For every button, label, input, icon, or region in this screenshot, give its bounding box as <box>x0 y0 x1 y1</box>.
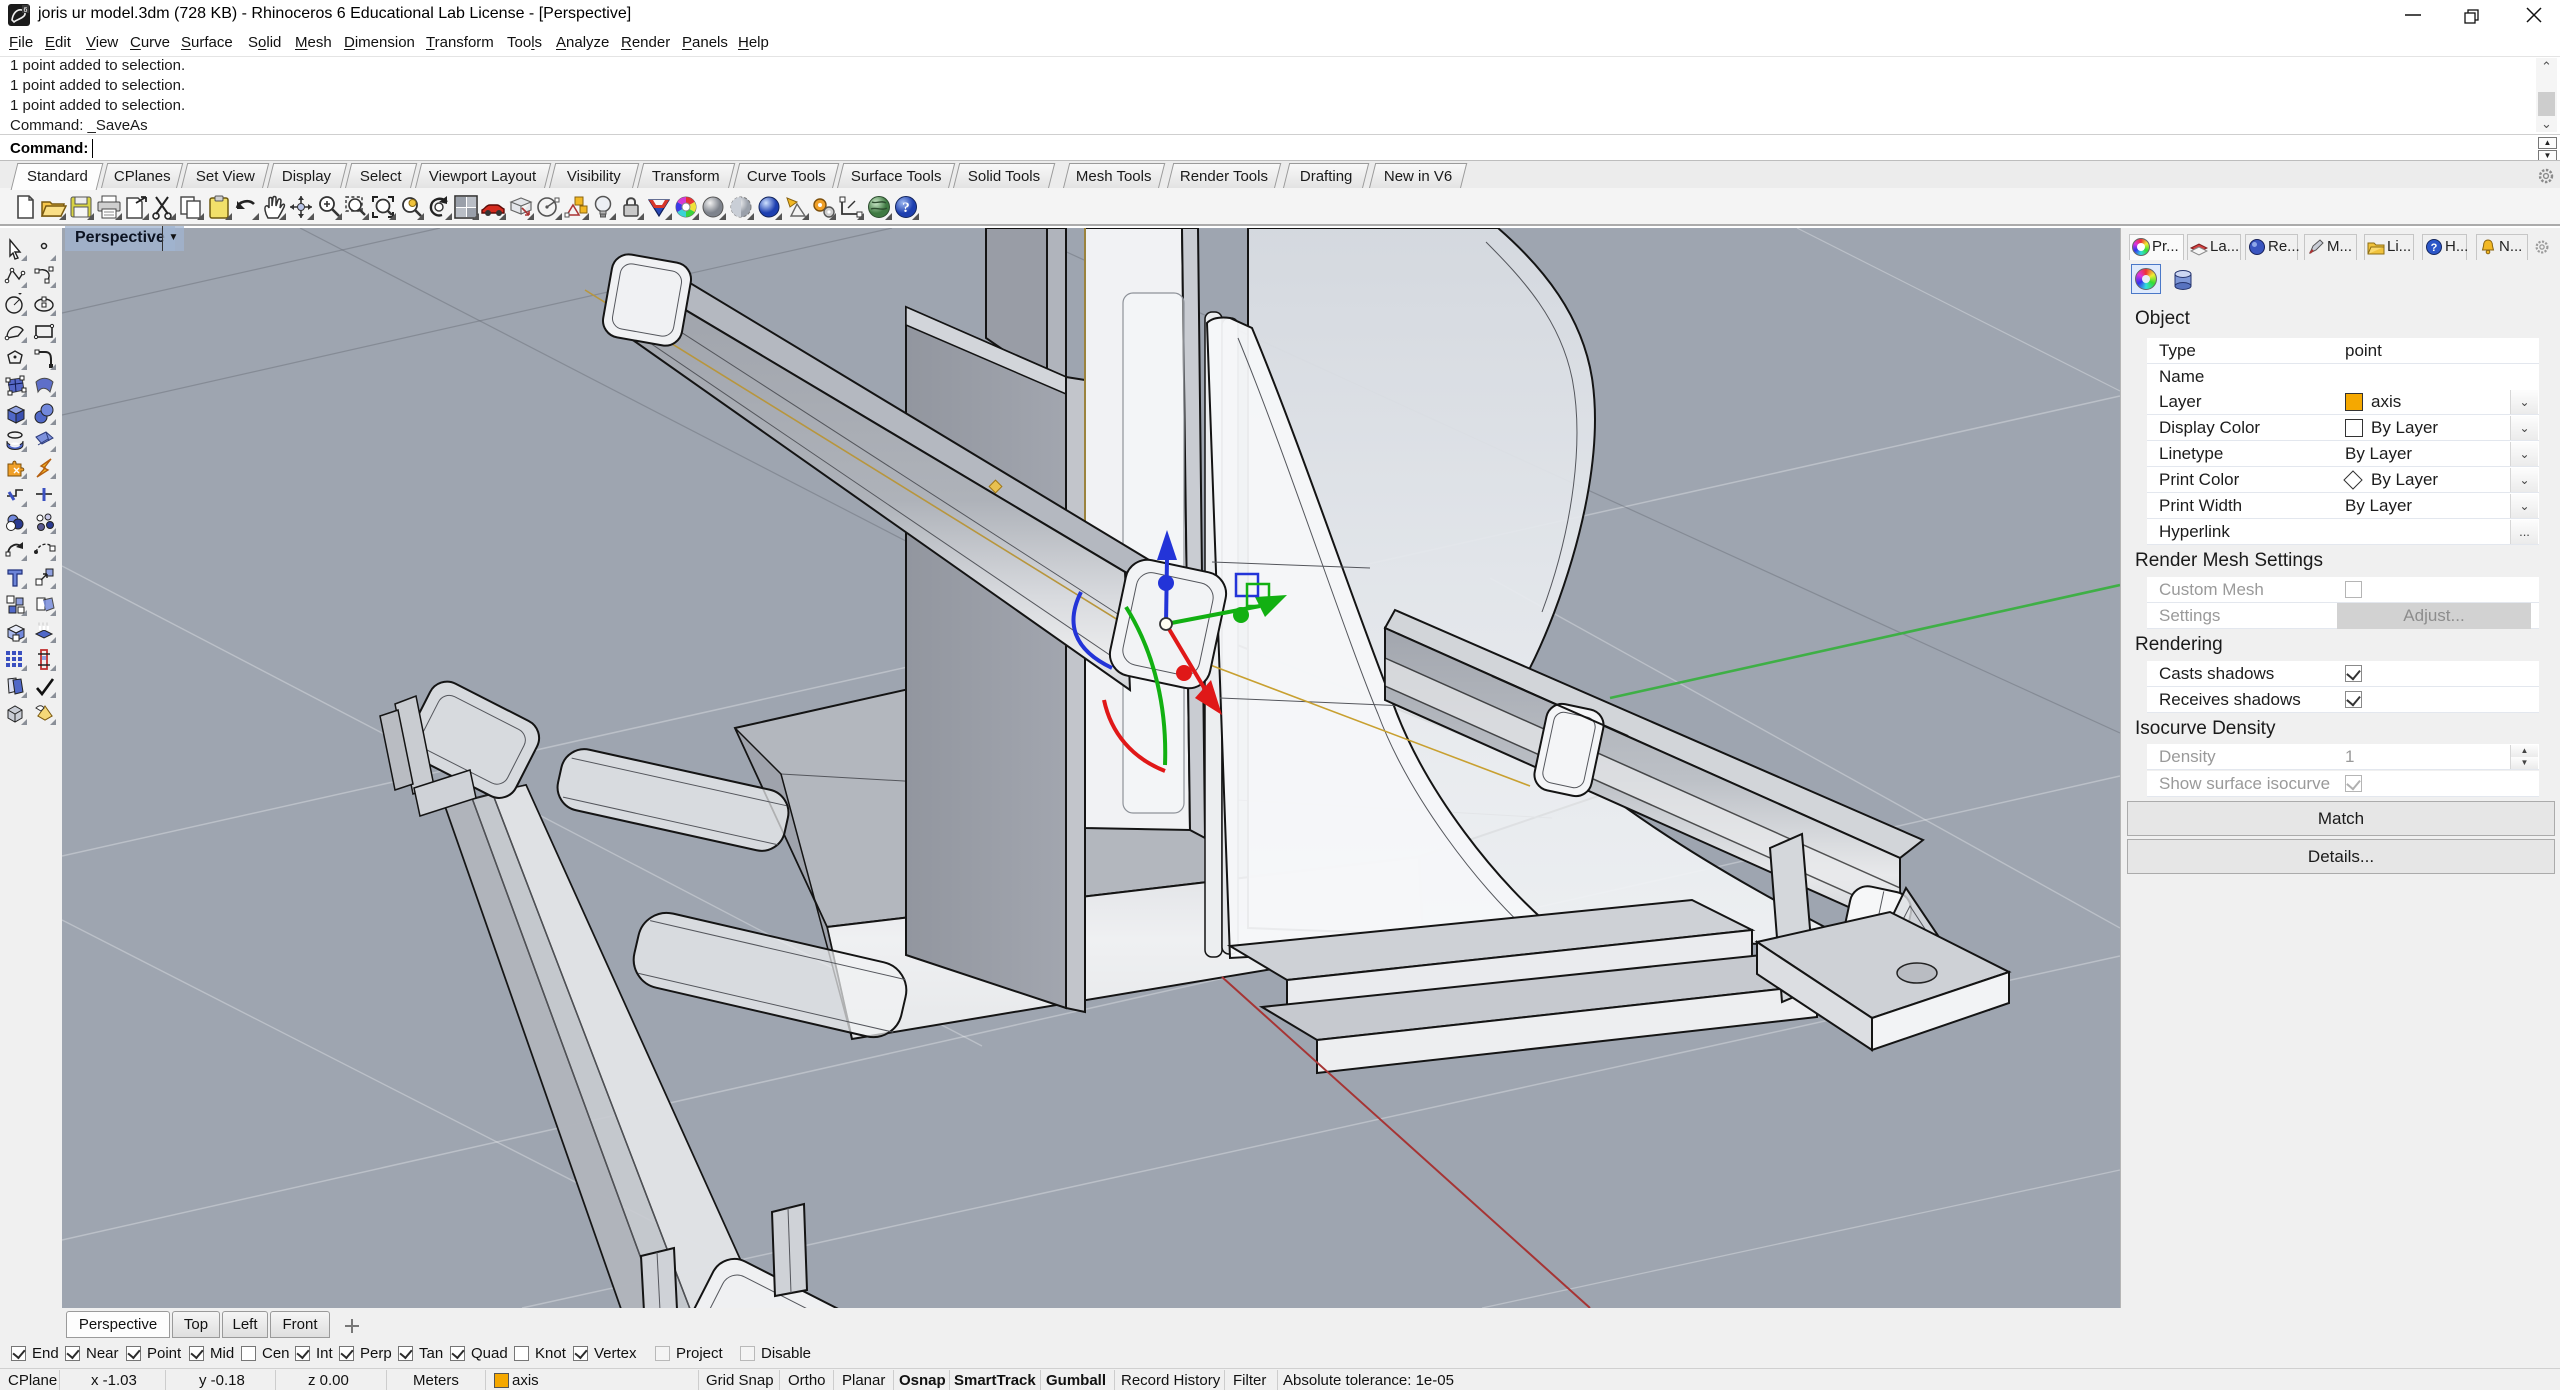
svg-text:6: 6 <box>24 7 28 14</box>
svg-text:?: ? <box>902 200 910 216</box>
svg-text:?: ? <box>2431 242 2438 254</box>
